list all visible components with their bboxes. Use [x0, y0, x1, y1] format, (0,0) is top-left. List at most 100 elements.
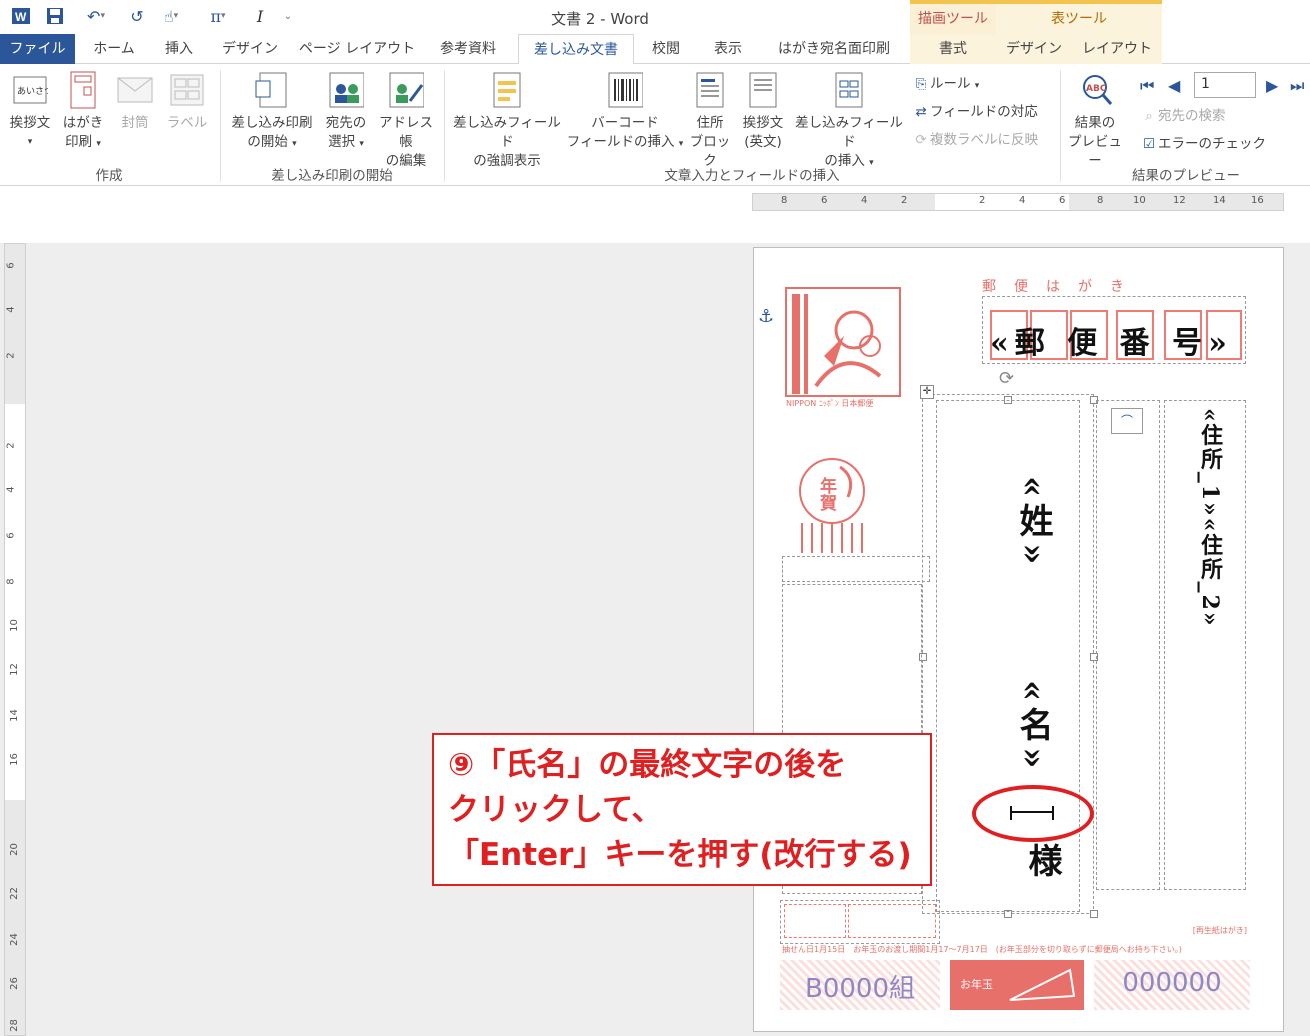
tab-page-layout[interactable]: ページ レイアウト [296, 34, 418, 64]
given-name-merge-field[interactable]: «名» [1009, 680, 1058, 775]
barcode-icon [607, 70, 643, 110]
save-icon[interactable] [44, 6, 66, 26]
stamp-label: NIPPON ﾆｯﾎﾟﾝ 日本郵便 [786, 399, 874, 408]
select-recipients-label-2: 選択 ▾ [328, 134, 364, 150]
instruction-callout: ⑨「氏名」の最終文字の後を クリックして、 「Enter」キーを押す(改行する) [432, 733, 932, 886]
barcode-label-2: フィールドの挿入 ▾ [566, 134, 684, 150]
layout-options-icon[interactable]: ⌒ [1111, 408, 1143, 434]
ruler-mark: 8 [781, 195, 788, 206]
tab-table-design[interactable]: デザイン [996, 34, 1072, 64]
insert-merge-field-button[interactable]: 差し込みフィールド の挿入 ▾ [790, 70, 908, 173]
rotate-handle-icon[interactable]: ⟳ [999, 368, 1014, 389]
preview-results-button[interactable]: ABC 結果の プレビュー [1062, 70, 1128, 171]
group-label-create: 作成 [95, 168, 123, 184]
previous-record-icon[interactable]: ◀ [1168, 76, 1180, 95]
highlight-fields-button[interactable]: 差し込みフィールド の強調表示 [448, 70, 566, 171]
tab-postcard-address[interactable]: はがき宛名面印刷 [764, 34, 904, 64]
customize-qat-icon[interactable]: ⌄ [280, 6, 296, 26]
tab-review[interactable]: 校閲 [640, 34, 692, 64]
first-record-icon[interactable]: ⏮ [1140, 76, 1154, 96]
window-title: 文書 2 - Word [551, 10, 649, 28]
undo-icon[interactable]: ↶ ▾ [78, 6, 114, 26]
ruler-mark: 8 [1097, 195, 1104, 206]
update-labels-button[interactable]: ⟳ 複数ラベルに反映 [912, 128, 1038, 152]
table-tools-header: 表ツール [996, 0, 1162, 34]
anchor-icon: ⚓ [758, 306, 775, 327]
select-recipients-button[interactable]: 宛先の 選択 ▾ [320, 70, 372, 154]
ruler-mark: 6 [5, 262, 17, 269]
surname-merge-field[interactable]: «姓» [1009, 476, 1058, 571]
start-merge-label-2: の開始 ▾ [247, 134, 297, 150]
tab-file[interactable]: ファイル [0, 34, 75, 64]
ruler-mark: 14 [1213, 195, 1226, 206]
envelope-icon [117, 70, 153, 110]
rules-icon: ⎘ [915, 76, 927, 92]
tab-home[interactable]: ホーム [85, 34, 143, 64]
horizontal-ruler[interactable]: 8 6 4 2 2 4 6 8 10 12 14 16 [752, 193, 1284, 211]
next-record-icon[interactable]: ▶ [1266, 76, 1278, 95]
word-logo-icon: W [10, 6, 32, 26]
highlight-ellipse [972, 785, 1094, 842]
lottery-group-area: B0000組 [780, 960, 940, 1010]
tab-view[interactable]: 表示 [702, 34, 754, 64]
zip-code-field[interactable]: «郵 便 番 号» [986, 310, 1244, 362]
redo-icon[interactable]: ↺ [126, 6, 148, 26]
greeting-line-button[interactable]: 挨拶文 (英文) [736, 70, 790, 152]
new-year-stamp: 年賀 [796, 453, 868, 553]
greeting-icon-text: あいさつ [17, 86, 48, 97]
ruler-mark: 6 [1059, 195, 1066, 206]
tab-table-layout[interactable]: レイアウト [1072, 34, 1162, 64]
recipients-icon [328, 70, 364, 110]
greeting-line-label-2: (英文) [744, 134, 782, 150]
honorific-text: 様 [1022, 843, 1062, 877]
greeting-doc-button[interactable]: あいさつ 挨拶文 ▾ [4, 70, 56, 152]
name-side-frame [1096, 400, 1160, 890]
move-handle-icon[interactable]: ✛ [920, 385, 934, 399]
edit-recipient-list-button[interactable]: アドレス帳 の編集 [374, 70, 438, 171]
postcard-page[interactable]: ⚓ NIPPON ﾆｯﾎﾟﾝ 日本郵便 年賀 郵便はがき «郵 便 番 号» ⟳… [753, 247, 1284, 1032]
address-merge-field[interactable]: «住所_1»«住所_2» [1194, 408, 1226, 628]
insert-field-label-1: 差し込みフィールド [795, 115, 903, 150]
ruler-mark: 4 [5, 486, 17, 493]
ruler-mark: 4 [1019, 195, 1026, 206]
touch-mode-icon[interactable]: ☝ ▾ [154, 6, 188, 26]
equation-pi-icon[interactable]: π ▾ [198, 6, 238, 26]
preview-abc-icon: ABC [1077, 70, 1113, 110]
ruler-text-area [5, 404, 25, 800]
record-number-input[interactable]: 1 [1194, 72, 1256, 98]
labels-label: ラベル [166, 115, 208, 131]
start-merge-icon [254, 70, 290, 110]
barcode-field-button[interactable]: バーコード フィールドの挿入 ▾ [566, 70, 684, 154]
address-block-button[interactable]: 住所 ブロック [684, 70, 736, 171]
start-merge-label-1: 差し込み印刷 [231, 115, 313, 131]
last-record-icon[interactable]: ⏭ [1290, 76, 1304, 96]
tab-references[interactable]: 参考資料 [428, 34, 508, 64]
tab-mailings[interactable]: 差し込み文書 [518, 34, 634, 65]
find-icon: ⌕ [1145, 108, 1153, 124]
find-recipient-button[interactable]: ⌕ 宛先の検索 [1140, 104, 1225, 128]
postcard-header: 郵便はがき [982, 279, 1142, 295]
match-fields-button[interactable]: ⇄ フィールドの対応 [912, 100, 1037, 124]
envelope-button[interactable]: 封筒 [110, 70, 160, 133]
group-label-start-merge: 差し込み印刷の開始 [271, 168, 393, 184]
lottery-number-area: 000000 [1094, 960, 1250, 1010]
italic-icon[interactable]: I [250, 6, 270, 26]
postcard-icon [65, 70, 101, 110]
rules-button[interactable]: ⎘ ルール ▾ [912, 72, 980, 96]
vertical-ruler[interactable]: 6 4 2 2 4 6 8 10 12 14 16 20 22 24 26 28 [4, 243, 26, 1036]
labels-button[interactable]: ラベル [162, 70, 212, 133]
preview-label-1: 結果の [1074, 115, 1116, 131]
check-errors-button[interactable]: ☑ エラーのチェック [1140, 132, 1266, 156]
edit-list-icon [388, 70, 424, 110]
postcard-print-button[interactable]: はがき 印刷 ▾ [58, 70, 108, 154]
tab-design[interactable]: デザイン [214, 34, 286, 64]
postage-stamp: NIPPON ﾆｯﾎﾟﾝ 日本郵便 [784, 286, 902, 414]
tab-insert[interactable]: 挿入 [152, 34, 206, 64]
resize-handle[interactable] [1090, 910, 1098, 918]
tab-drawing-format[interactable]: 書式 [910, 34, 996, 64]
ruler-mark: 2 [979, 195, 986, 206]
start-merge-button[interactable]: 差し込み印刷 の開始 ▾ [226, 70, 318, 154]
ruler-mark: 22 [8, 887, 20, 900]
insert-field-icon [831, 70, 867, 110]
check-errors-icon: ☑ [1142, 136, 1156, 152]
